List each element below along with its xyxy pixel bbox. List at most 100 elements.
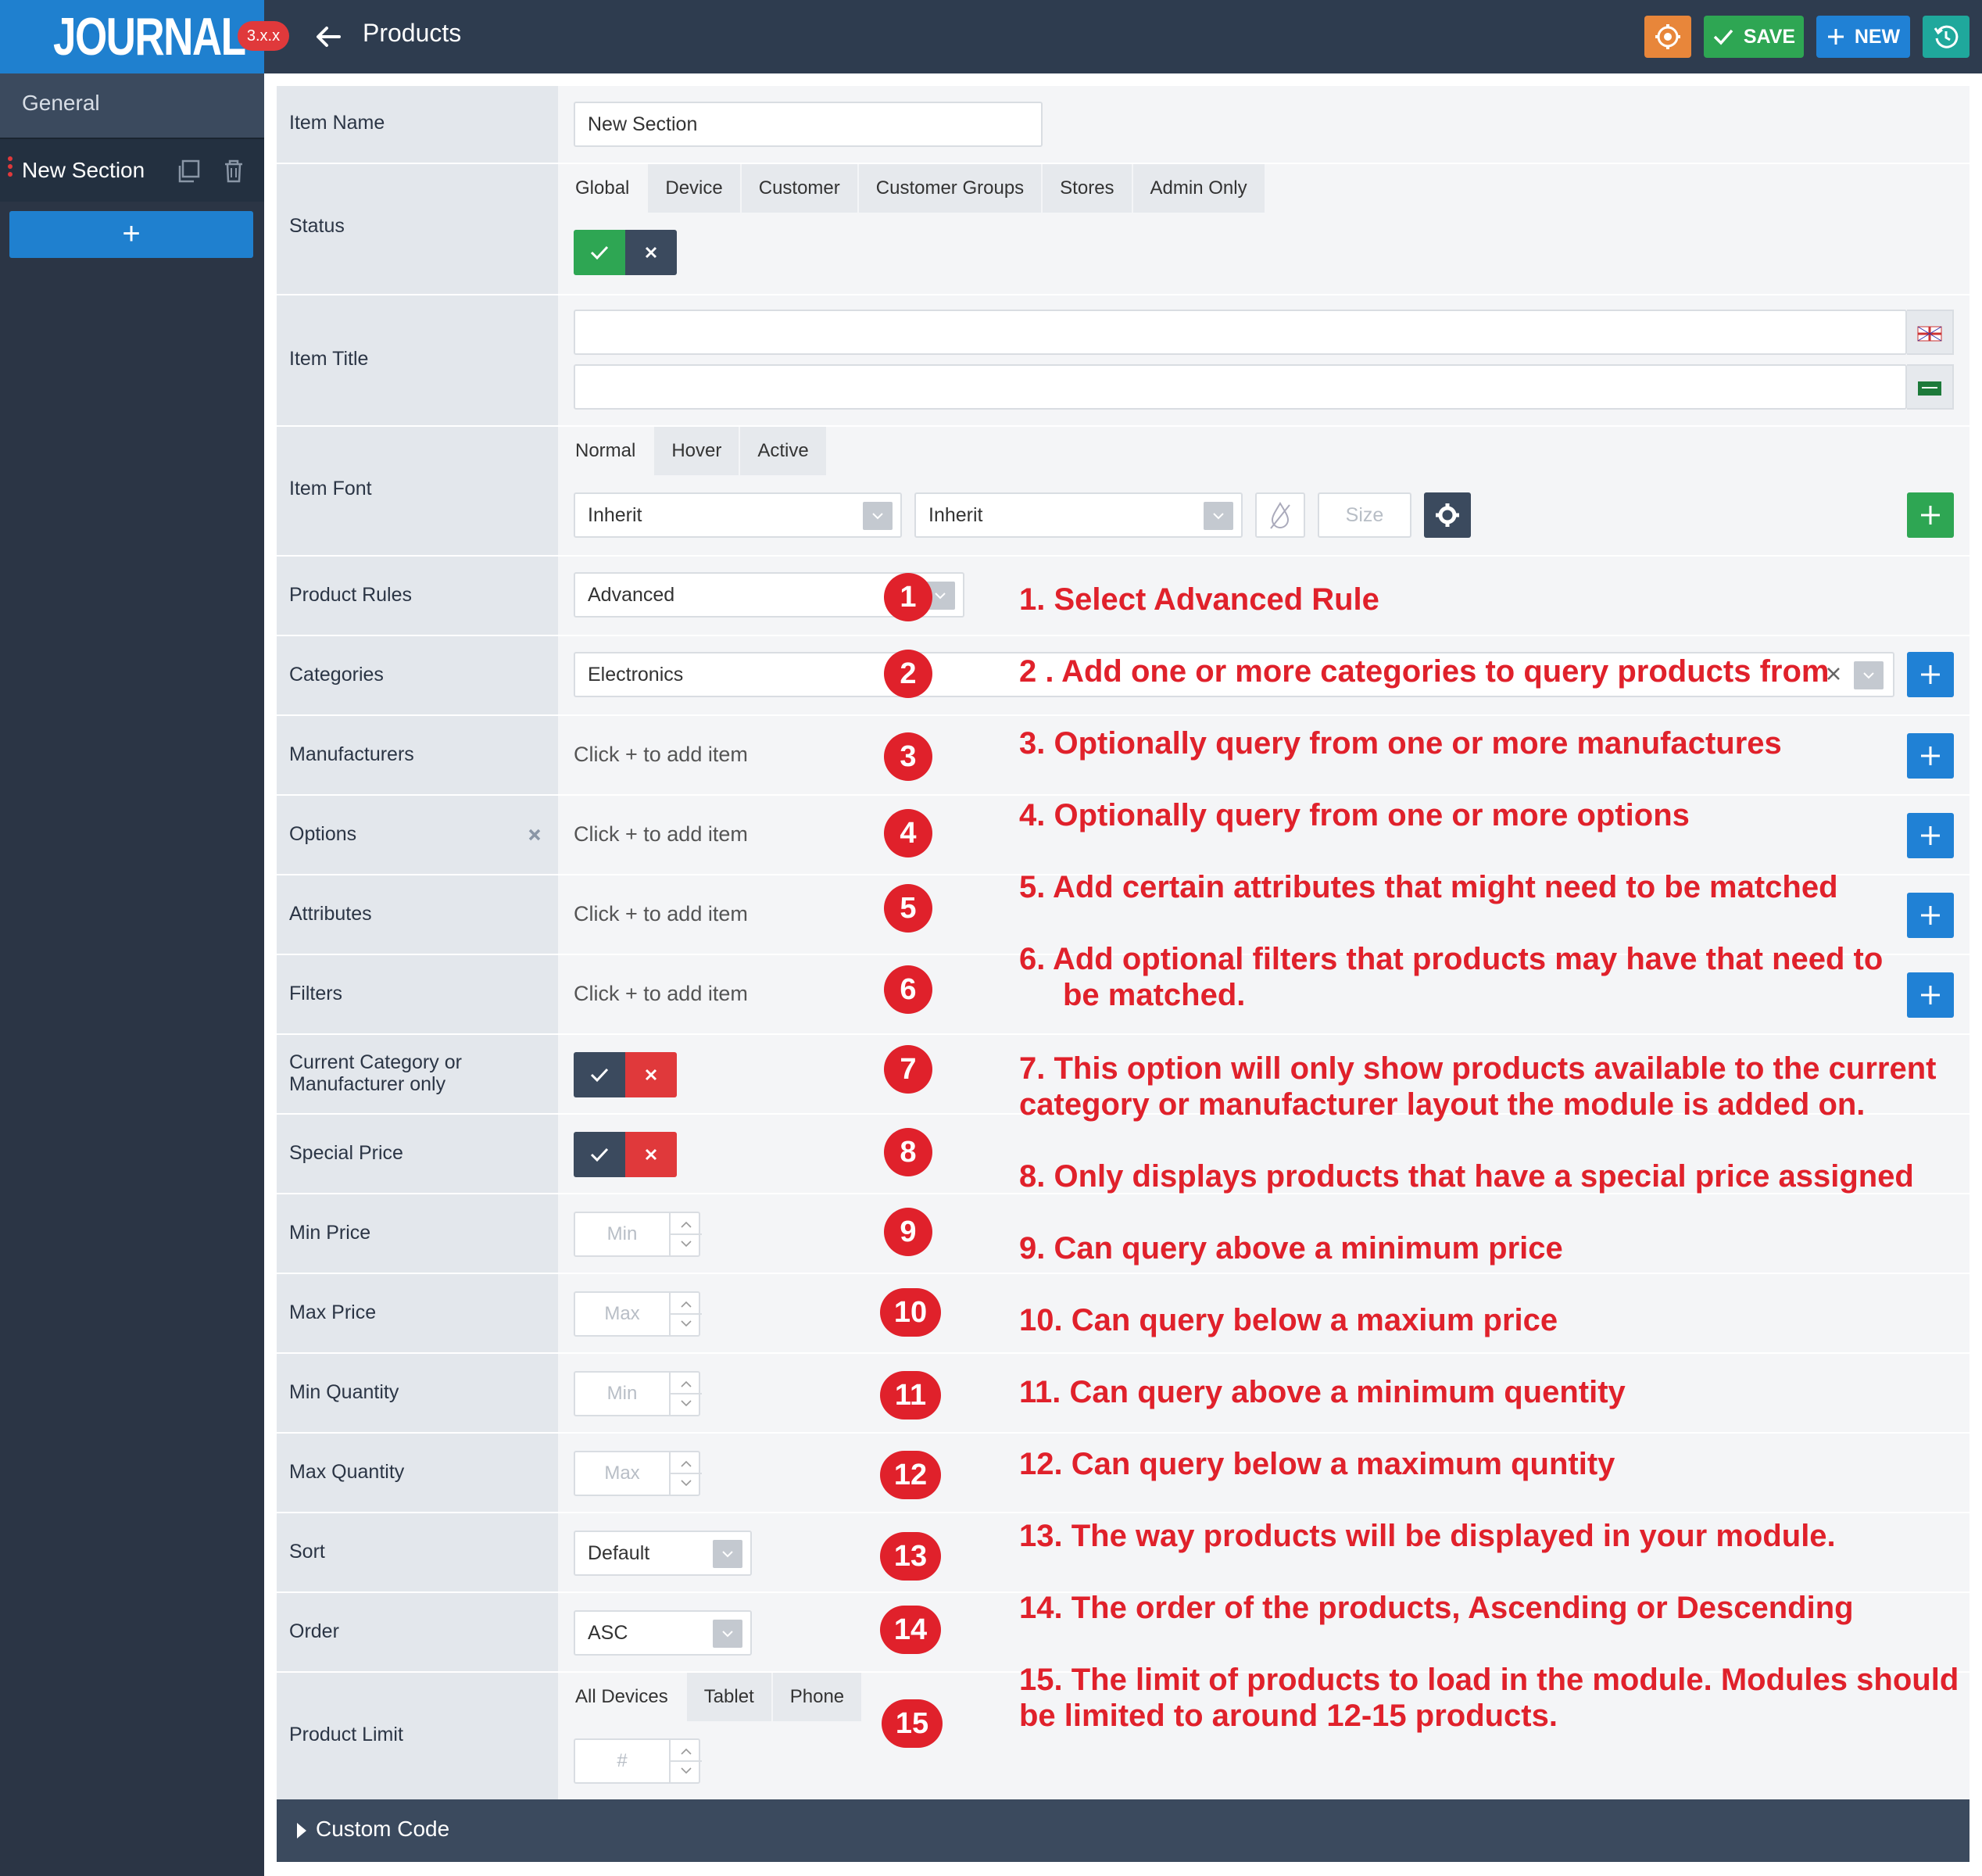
item-name-input[interactable]: New Section	[574, 102, 1043, 147]
chevron-down-icon	[1854, 661, 1884, 689]
tab-customer[interactable]: Customer	[741, 164, 859, 213]
toggle-on[interactable]	[574, 1132, 625, 1177]
logo-text: JOURNAL	[53, 7, 246, 66]
stepper-arrows-icon[interactable]	[669, 1740, 702, 1782]
duplicate-icon[interactable]	[175, 158, 202, 184]
new-button[interactable]: NEW	[1816, 16, 1910, 58]
item-title-input-en[interactable]	[574, 310, 1907, 355]
save-button[interactable]: SAVE	[1704, 16, 1804, 58]
add-option-button[interactable]	[1907, 813, 1954, 858]
sidebar-item-general[interactable]: General	[0, 73, 264, 138]
tab-global[interactable]: Global	[558, 164, 649, 213]
add-category-button[interactable]	[1907, 652, 1954, 697]
annotation-note-7b: category or manufacturer layout the modu…	[1019, 1087, 1866, 1122]
tab-hover[interactable]: Hover	[654, 427, 741, 475]
close-icon[interactable]	[527, 827, 542, 843]
history-button[interactable]	[1923, 16, 1969, 58]
current-category-label-2: Manufacturer only	[289, 1073, 446, 1095]
caret-right-icon	[297, 1823, 306, 1838]
sidebar-item-label: New Section	[22, 158, 145, 182]
page-title: Products	[363, 19, 462, 47]
tab-normal[interactable]: Normal	[558, 427, 655, 475]
annotation-note-12: 12. Can query below a maximum quntity	[1019, 1447, 1615, 1481]
add-attribute-button[interactable]	[1907, 893, 1954, 938]
max-price-input[interactable]: Max	[574, 1291, 702, 1337]
product-rules-label: Product Rules	[289, 584, 413, 606]
annotation-note-11: 11. Can query above a minimum quentity	[1019, 1375, 1626, 1409]
sidebar-general-label: General	[22, 91, 100, 115]
font-size-input[interactable]: Size	[1318, 492, 1411, 538]
min-price-input[interactable]: Min	[574, 1212, 702, 1257]
status-toggle[interactable]	[574, 230, 677, 275]
tab-phone[interactable]: Phone	[772, 1673, 864, 1721]
toggle-off[interactable]	[625, 1132, 677, 1177]
sidebar-item-new-section[interactable]: New Section	[0, 138, 264, 202]
add-font-button[interactable]	[1907, 492, 1954, 538]
font-family-select[interactable]: Inherit	[574, 492, 902, 538]
toggle-off[interactable]	[625, 230, 677, 275]
chevron-down-icon	[863, 502, 893, 530]
flag-uk-icon	[1907, 310, 1954, 355]
options-label: Options	[289, 823, 357, 845]
add-section-button[interactable]: +	[9, 211, 253, 258]
row-item-title: Item Title	[277, 295, 1969, 427]
annotation-badge-14: 14	[880, 1606, 941, 1654]
min-price-placeholder: Min	[606, 1223, 638, 1244]
back-arrow-icon[interactable]	[311, 17, 345, 56]
item-title-input-ar[interactable]	[574, 364, 1907, 410]
max-price-placeholder: Max	[604, 1303, 640, 1324]
stepper-arrows-icon[interactable]	[669, 1213, 702, 1255]
options-placeholder: Click + to add item	[574, 822, 748, 846]
plus-icon	[1921, 986, 1940, 1004]
max-quantity-input[interactable]: Max	[574, 1451, 702, 1496]
settings-button[interactable]	[1644, 16, 1691, 58]
add-filter-button[interactable]	[1907, 972, 1954, 1018]
font-color-button[interactable]	[1255, 492, 1305, 538]
save-label: SAVE	[1743, 25, 1796, 48]
chevron-down-icon	[713, 1540, 742, 1568]
annotation-badge-6: 6	[884, 965, 932, 1014]
sort-value: Default	[588, 1542, 650, 1564]
tab-admin-only[interactable]: Admin Only	[1132, 164, 1266, 213]
font-settings-button[interactable]	[1424, 492, 1471, 538]
toggle-off[interactable]	[625, 1052, 677, 1097]
toggle-on[interactable]	[574, 230, 625, 275]
logo[interactable]: JOURNAL	[0, 0, 264, 73]
plus-icon	[1921, 506, 1940, 524]
manufacturers-placeholder: Click + to add item	[574, 743, 748, 766]
drag-handle-icon[interactable]	[8, 156, 14, 183]
trash-icon[interactable]	[220, 158, 247, 184]
current-category-label-1: Current Category or	[289, 1051, 462, 1073]
product-limit-input[interactable]: #	[574, 1738, 702, 1784]
min-quantity-input[interactable]: Min	[574, 1371, 702, 1416]
tab-all-devices[interactable]: All Devices	[558, 1673, 687, 1721]
min-quantity-placeholder: Min	[606, 1383, 638, 1404]
item-font-label: Item Font	[289, 478, 372, 499]
tab-active[interactable]: Active	[740, 427, 828, 475]
current-category-toggle[interactable]	[574, 1052, 677, 1097]
annotation-badge-5: 5	[884, 884, 932, 933]
annotation-note-5: 5. Add certain attributes that might nee…	[1019, 870, 1838, 904]
annotation-badge-2: 2	[884, 650, 932, 698]
stepper-arrows-icon[interactable]	[669, 1373, 702, 1415]
row-item-font: Item Font Normal Hover Active Inherit In…	[277, 427, 1969, 557]
stepper-arrows-icon[interactable]	[669, 1293, 702, 1335]
annotation-note-2: 2 . Add one or more categories to query …	[1019, 654, 1830, 689]
order-label: Order	[289, 1620, 339, 1642]
tab-customer-groups[interactable]: Customer Groups	[858, 164, 1043, 213]
item-name-label: Item Name	[289, 112, 385, 134]
add-manufacturer-button[interactable]	[1907, 733, 1954, 779]
custom-code-toggle[interactable]: Custom Code	[277, 1799, 1969, 1862]
special-price-toggle[interactable]	[574, 1132, 677, 1177]
tab-device[interactable]: Device	[648, 164, 742, 213]
top-bar: JOURNAL 3.x.x Products SAVE NEW	[0, 0, 1982, 73]
tab-tablet[interactable]: Tablet	[686, 1673, 773, 1721]
tab-stores[interactable]: Stores	[1043, 164, 1133, 213]
order-select[interactable]: ASC	[574, 1610, 752, 1656]
custom-code-label: Custom Code	[316, 1817, 450, 1841]
stepper-arrows-icon[interactable]	[669, 1452, 702, 1495]
annotation-note-15: 15. The limit of products to load in the…	[1019, 1663, 1959, 1697]
sort-select[interactable]: Default	[574, 1531, 752, 1576]
font-weight-select[interactable]: Inherit	[914, 492, 1243, 538]
toggle-on[interactable]	[574, 1052, 625, 1097]
